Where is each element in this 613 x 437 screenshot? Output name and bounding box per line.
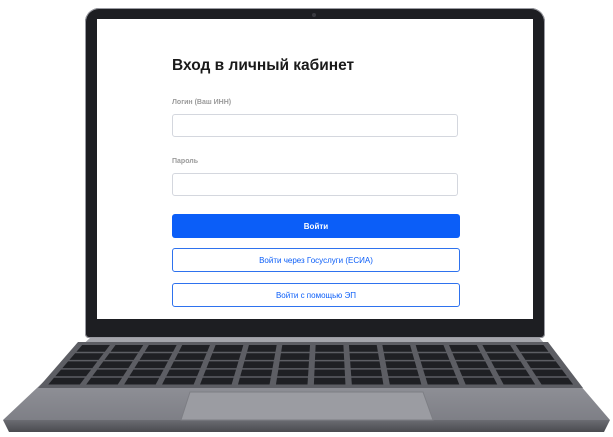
login-button[interactable]: Войти — [172, 214, 460, 238]
keyboard-key — [69, 353, 104, 360]
keyboard-key — [275, 377, 308, 385]
gosuslugi-login-button[interactable]: Войти через Госуслуги (ЕСИА) — [172, 248, 460, 272]
keyboard-key — [144, 345, 177, 352]
keyboard-key — [314, 369, 346, 377]
password-label: Пароль — [172, 158, 199, 165]
keyboard-key — [491, 361, 525, 369]
login-input[interactable] — [172, 114, 458, 137]
keyboard-key — [237, 377, 271, 385]
keyboard-key — [86, 377, 123, 385]
keyboard-key — [388, 377, 422, 385]
keyboard-key — [351, 377, 384, 385]
keyboard-key — [76, 345, 110, 352]
page-title: Вход в личный кабинет — [172, 57, 355, 74]
keyboard-key — [521, 353, 555, 360]
keyboard-key — [382, 345, 412, 352]
keyboard-key — [277, 369, 309, 377]
keyboard-key — [129, 369, 164, 377]
password-input[interactable] — [172, 173, 458, 196]
keyboard-key — [449, 345, 481, 352]
keyboard-key — [386, 369, 420, 377]
keyboard-key — [315, 345, 344, 352]
keyboard-key — [178, 345, 210, 352]
keyboard-key — [348, 345, 378, 352]
keyboard-key — [420, 361, 453, 369]
keyboard-key — [240, 369, 273, 377]
keyboard-key — [209, 353, 241, 360]
keyboard-key — [459, 369, 494, 377]
keyboard-key — [279, 353, 310, 360]
keyboard-key — [462, 377, 498, 385]
keyboard-key — [526, 361, 561, 369]
keyboard-key — [212, 345, 244, 352]
keyboard-key — [349, 353, 380, 360]
keyboard-key — [515, 345, 549, 352]
keyboard-key — [278, 361, 309, 369]
keyboard-key — [55, 369, 92, 377]
keyboard-key — [174, 353, 207, 360]
keyboard-key — [314, 361, 345, 369]
keyboard-key — [242, 361, 274, 369]
laptop-lid: Вход в личный кабинет Логин (Ваш ИНН) Па… — [85, 8, 545, 338]
keyboard-key — [62, 361, 98, 369]
keyboard-key — [313, 377, 346, 385]
keyboard-key — [166, 369, 200, 377]
keyboard-key — [350, 361, 381, 369]
keyboard-key — [350, 369, 383, 377]
keyboard-key — [418, 353, 450, 360]
keyboard-key — [104, 353, 138, 360]
keyboard-key — [162, 377, 197, 385]
keyboard-key — [495, 369, 530, 377]
keyboard-key — [200, 377, 234, 385]
keyboard-key — [98, 361, 133, 369]
keyboard-key — [110, 345, 144, 352]
keyboard-key — [385, 361, 417, 369]
keyboard-key — [500, 377, 536, 385]
keyboard-key — [482, 345, 515, 352]
login-label: Логин (Ваш ИНН) — [172, 99, 232, 106]
keyboard-key — [203, 369, 237, 377]
keyboard-key — [452, 353, 485, 360]
keyboard-key — [455, 361, 489, 369]
keyboard-key — [423, 369, 457, 377]
keyboard-key — [425, 377, 460, 385]
keyboard-key — [281, 345, 311, 352]
keyboard-key — [134, 361, 168, 369]
login-screen: Вход в личный кабинет Логин (Ваш ИНН) Па… — [97, 19, 533, 319]
webcam-icon — [312, 13, 316, 17]
keyboard-key — [48, 377, 85, 385]
ep-login-button[interactable]: Войти с помощью ЭП — [172, 283, 460, 307]
keyboard-key — [486, 353, 520, 360]
keyboard-key — [170, 361, 204, 369]
keyboard-key — [124, 377, 160, 385]
keyboard-key — [383, 353, 415, 360]
keyboard-key — [139, 353, 173, 360]
keyboard-key — [314, 353, 345, 360]
keyboard-key — [531, 369, 567, 377]
keyboard-key — [415, 345, 447, 352]
keyboard-key — [92, 369, 128, 377]
keyboard-key — [537, 377, 574, 385]
keyboard-key — [206, 361, 239, 369]
keyboard-key — [244, 353, 276, 360]
keyboard-key — [247, 345, 277, 352]
